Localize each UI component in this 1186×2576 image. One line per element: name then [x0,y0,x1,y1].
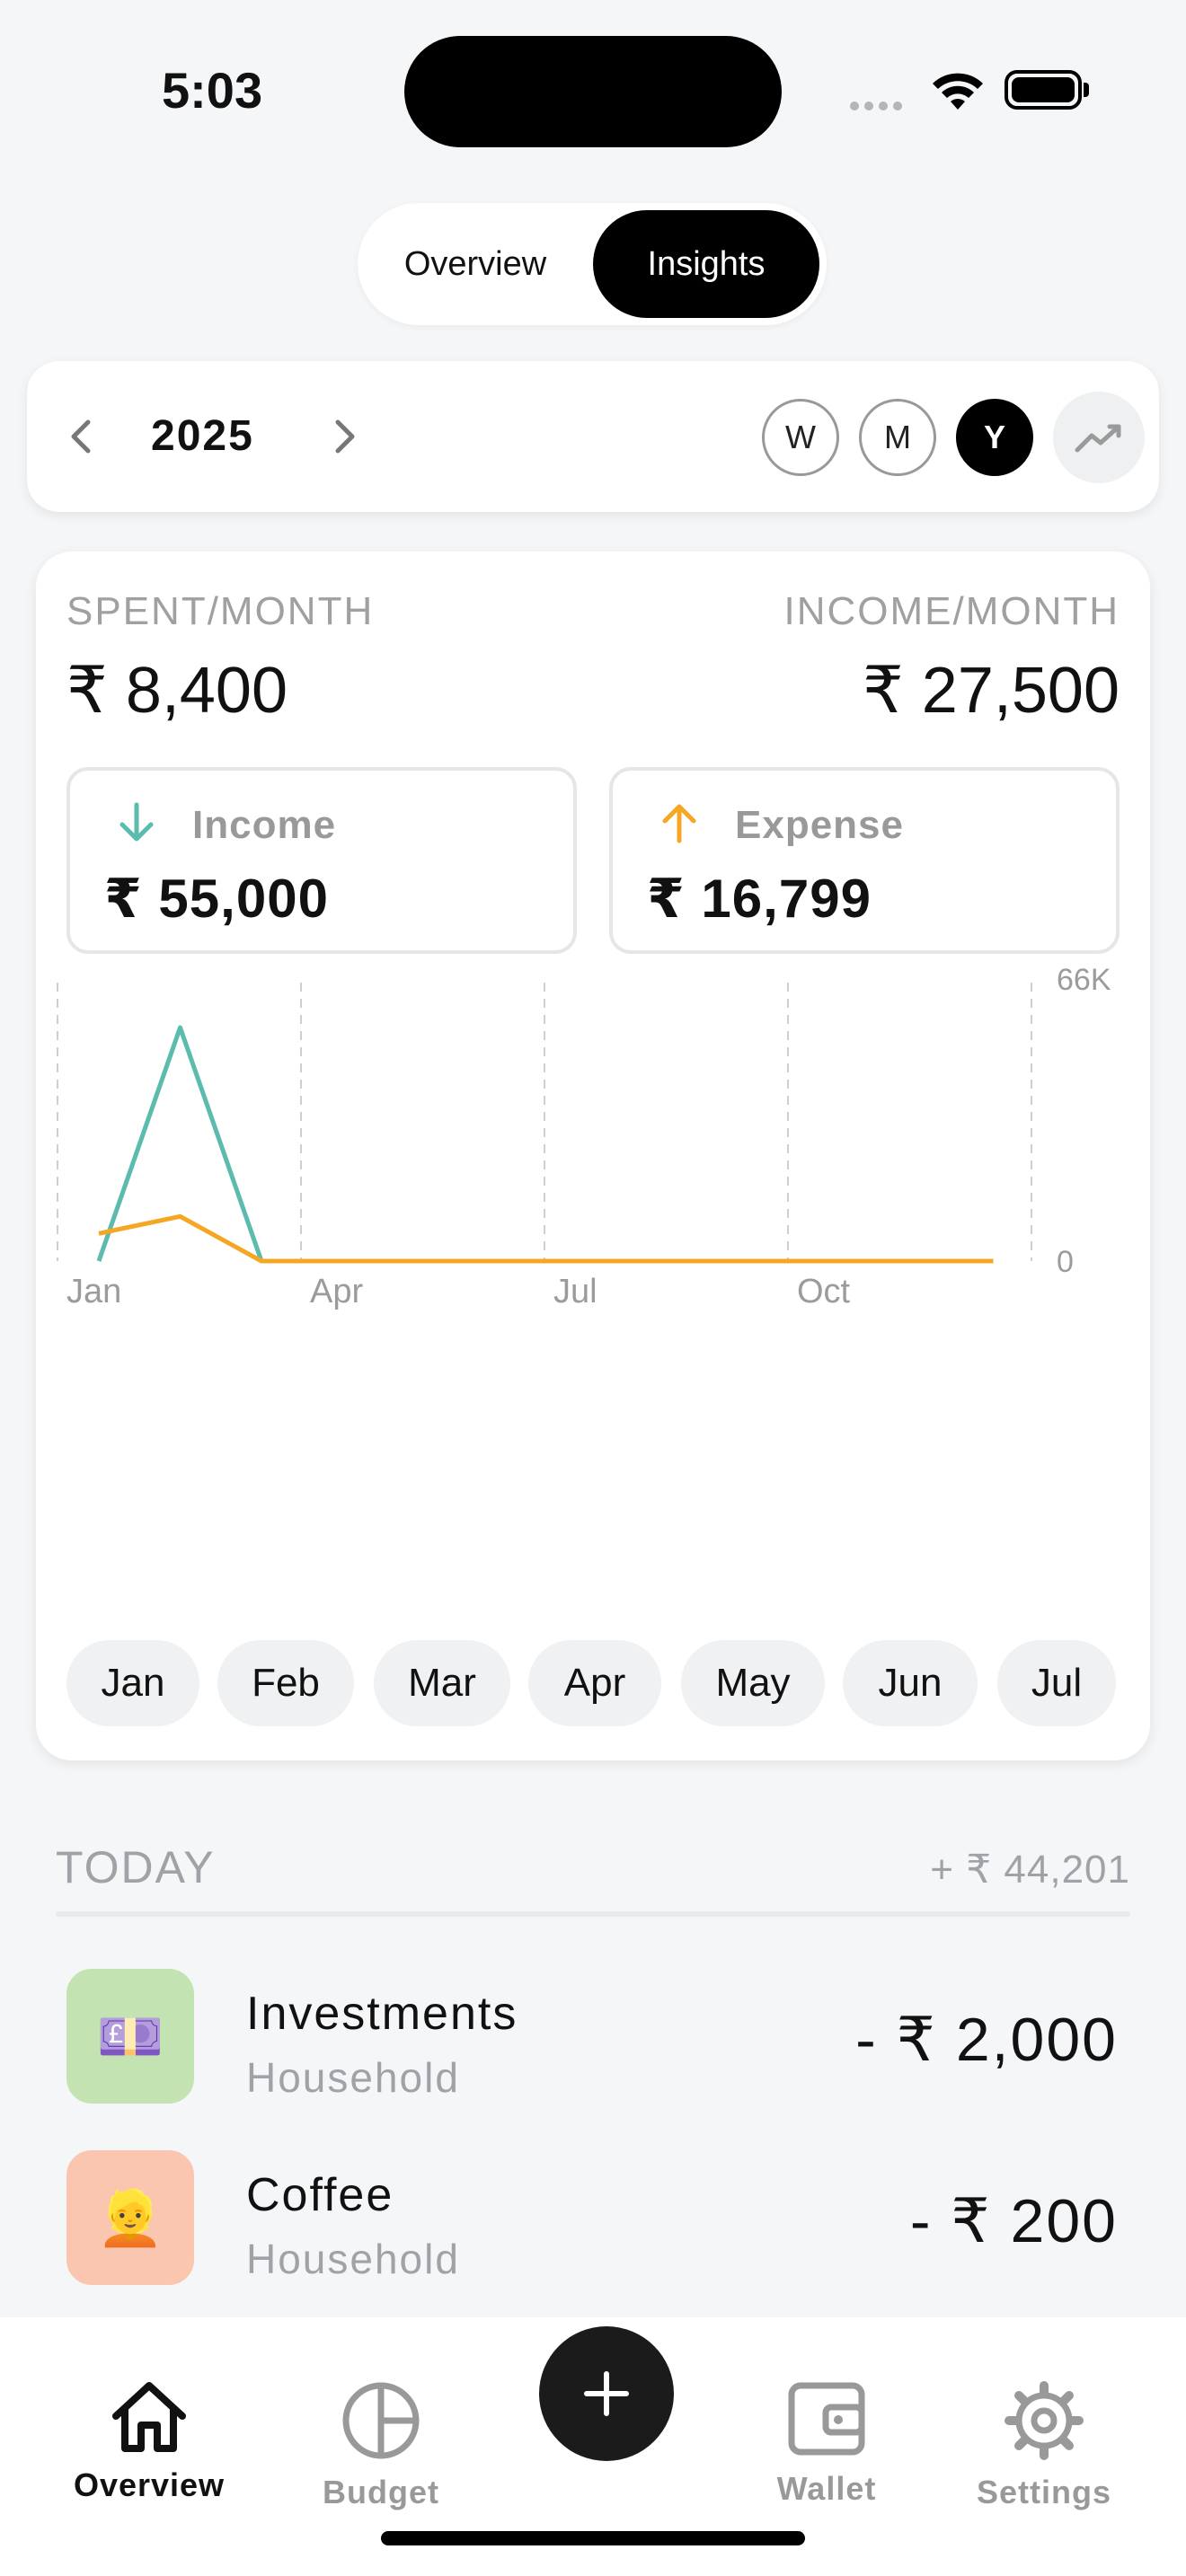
transaction-category: Household [246,2236,460,2282]
insights-card: SPENT/MONTH ₹ 8,400 INCOME/MONTH ₹ 27,50… [36,551,1150,1760]
series-line-income [96,1025,264,1262]
coffee-icon: 👱 [66,2150,194,2285]
battery-icon [1005,70,1082,110]
expense-box-value: ₹ 16,799 [647,869,872,929]
year-label: 2025 [151,412,254,460]
segment-insights[interactable]: Insights [593,210,819,318]
transaction-amount: - ₹ 2,000 [855,2006,1118,2074]
income-box-value: ₹ 55,000 [104,869,329,929]
x-tick-label: Jan [66,1273,121,1310]
tab-wallet[interactable]: Wallet [737,2380,916,2508]
home-icon [112,2382,186,2452]
chevron-right-icon[interactable] [323,417,363,456]
tab-budget-label: Budget [323,2474,439,2510]
arrow-down-icon [119,802,154,842]
year-pill[interactable]: Y [956,399,1033,476]
expense-summary-box[interactable]: Expense ₹ 16,799 [609,767,1120,954]
arrow-up-icon [662,804,696,843]
segment-overview[interactable]: Overview [365,210,586,318]
tab-settings[interactable]: Settings [954,2380,1134,2511]
wifi-icon [933,73,983,110]
wallet-icon [788,2382,865,2456]
transaction-name[interactable]: Coffee [246,2168,394,2222]
gear-icon [1005,2381,1084,2460]
y-tick-label: 66K [1057,963,1111,997]
period-selector-card: 2025 W M Y [27,361,1159,512]
month-chip-apr[interactable]: Apr [528,1640,661,1726]
trend-button[interactable] [1053,392,1145,483]
view-segmented-control: Overview Insights [358,203,827,325]
spent-per-month-value: ₹ 8,400 [66,655,288,727]
income-per-month-label: INCOME/MONTH [783,589,1120,633]
dynamic-island [404,36,782,147]
month-chip-jul[interactable]: Jul [997,1640,1116,1726]
income-box-title: Income [192,803,337,847]
trend-icon [1075,424,1121,453]
tab-budget[interactable]: Budget [291,2380,471,2511]
today-divider [56,1911,1130,1917]
today-section-label: TODAY [56,1842,216,1892]
income-expense-line-chart: Jan Apr Jul Oct 66K 0 [57,963,1111,1310]
income-summary-box[interactable]: Income ₹ 55,000 [66,767,577,954]
cellular-signal-icon [850,99,911,111]
y-tick-label: 0 [1057,1245,1074,1279]
month-chip-jun[interactable]: Jun [843,1640,978,1726]
status-time: 5:03 [162,62,263,119]
month-pill[interactable]: M [859,399,936,476]
x-tick-label: Jul [553,1273,597,1310]
spent-per-month-label: SPENT/MONTH [66,589,375,633]
home-indicator [381,2531,805,2545]
tab-wallet-label: Wallet [776,2470,877,2507]
month-chip-may[interactable]: May [681,1640,825,1726]
expense-box-title: Expense [735,803,904,847]
transaction-name[interactable]: Investments [246,1987,518,2041]
transaction-category: Household [246,2054,460,2101]
week-pill[interactable]: W [762,399,839,476]
x-tick-label: Apr [310,1273,363,1310]
chevron-left-icon[interactable] [63,417,102,456]
x-tick-label: Oct [797,1273,851,1310]
transaction-amount: - ₹ 200 [909,2187,1118,2255]
add-transaction-button[interactable] [539,2326,674,2461]
month-chip-jan[interactable]: Jan [66,1640,199,1726]
plus-icon [584,2371,629,2416]
series-line-expense [98,1213,994,1264]
today-total: + ₹ 44,201 [930,1848,1130,1892]
month-chip-feb[interactable]: Feb [217,1640,354,1726]
pie-chart-icon [342,2382,420,2459]
month-chip-mar[interactable]: Mar [374,1640,510,1726]
tab-overview-label: Overview [73,2466,226,2503]
investments-icon: 💷 [66,1969,194,2104]
tab-settings-label: Settings [976,2474,1111,2510]
tab-overview[interactable]: Overview [59,2380,239,2504]
battery-nub [1084,83,1089,97]
income-per-month-value: ₹ 27,500 [862,655,1120,727]
